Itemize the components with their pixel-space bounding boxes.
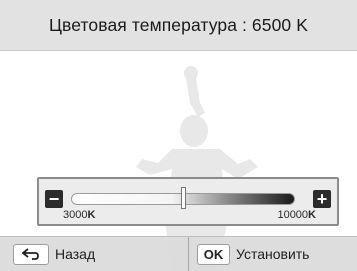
back-button[interactable]: Назад	[13, 241, 95, 267]
set-label: Установить	[236, 246, 310, 262]
bottom-action-bar: Назад OK Установить	[0, 236, 357, 271]
slider-max-value: 10000	[277, 209, 309, 221]
plus-icon[interactable]: +	[313, 190, 331, 208]
camera-settings-screen: Цветовая температура : 6500 K − + 3000K …	[0, 0, 357, 271]
slider-max-label: 10000K	[277, 209, 316, 221]
minus-icon[interactable]: −	[45, 190, 63, 208]
slider-max-unit: K	[308, 209, 316, 221]
set-button[interactable]: OK Установить	[197, 241, 309, 267]
color-temperature-slider-panel: − + 3000K 10000K	[37, 177, 339, 226]
title-bar: Цветовая температура : 6500 K	[0, 0, 357, 51]
footer-divider	[188, 237, 189, 271]
back-label: Назад	[55, 246, 96, 262]
return-arrow-icon	[13, 243, 49, 265]
page-title: Цветовая температура : 6500 K	[49, 14, 308, 35]
slider-min-unit: K	[87, 209, 96, 221]
slider-thumb[interactable]	[180, 187, 186, 209]
slider-min-value: 3000	[63, 209, 88, 221]
ok-key: OK	[197, 243, 230, 265]
slider-min-label: 3000K	[63, 209, 95, 221]
